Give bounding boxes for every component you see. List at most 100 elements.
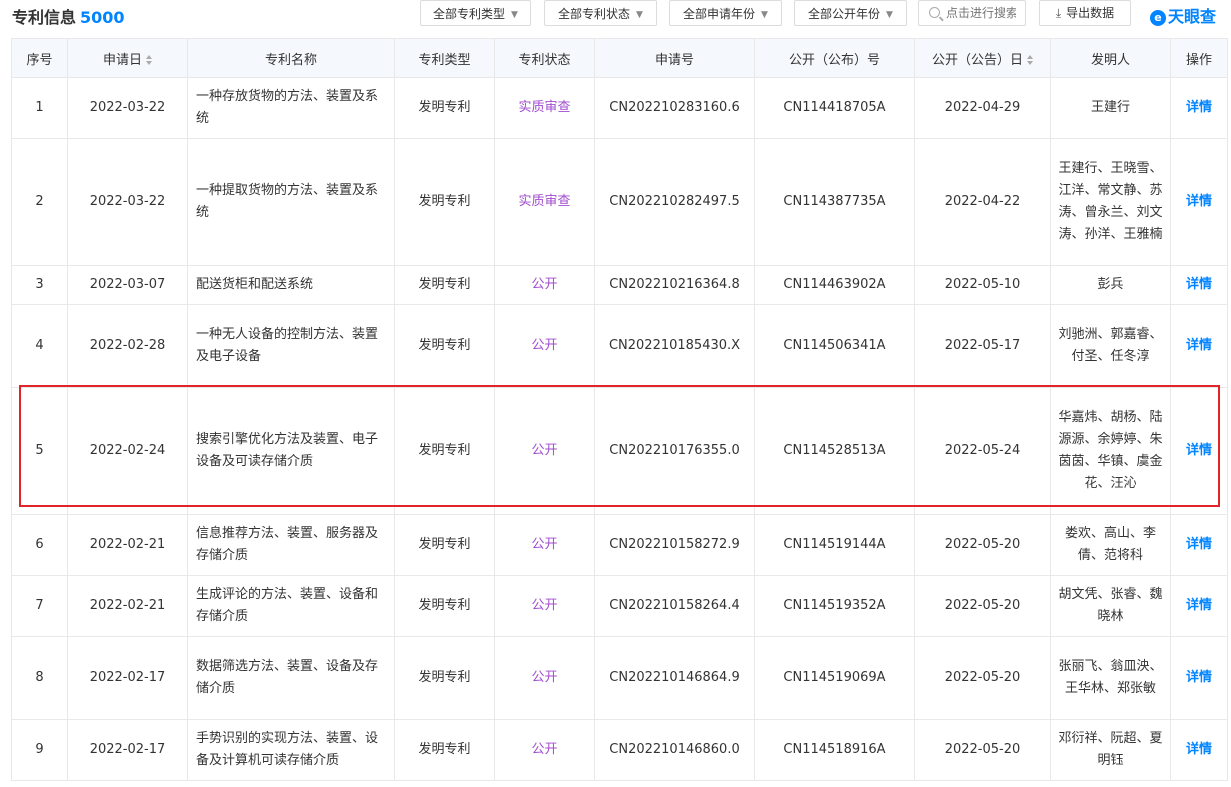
title-text: 专利信息 [12,8,77,27]
cell-index: 7 [11,575,68,637]
cell-publication-date: 2022-05-20 [914,514,1051,576]
sort-icon[interactable] [1027,54,1033,65]
column-header-publication-date[interactable]: 公开（公告）日 [914,38,1051,78]
cell-publication-number: CN114506341A [754,304,915,388]
cell-publication-number: CN114519352A [754,575,915,637]
filter-patent-status[interactable]: 全部专利状态 ▼ [544,0,657,26]
table-row: 2 2022-03-22 一种提取货物的方法、装置及系统 发明专利 实质审查 C… [11,138,1228,266]
cell-patent-type: 发明专利 [394,138,495,266]
cell-patent-type: 发明专利 [394,387,495,515]
detail-link[interactable]: 详情 [1170,138,1228,266]
cell-inventors: 王建行、王晓雪、江洋、常文静、苏涛、曾永兰、刘文涛、孙洋、王雅楠 [1050,138,1171,266]
header-label: 操作 [1185,52,1212,68]
table-row: 6 2022-02-21 信息推荐方法、装置、服务器及存储介质 发明专利 公开 … [11,514,1228,576]
cell-patent-status: 公开 [494,514,595,576]
cell-application-date: 2022-03-22 [67,138,188,266]
cell-inventors: 娄欢、高山、李倩、范将科 [1050,514,1171,576]
cell-patent-name: 信息推荐方法、装置、服务器及存储介质 [187,514,395,576]
cell-patent-status: 实质审查 [494,138,595,266]
cell-patent-name: 一种提取货物的方法、装置及系统 [187,138,395,266]
cell-inventors: 王建行 [1050,77,1171,139]
cell-patent-status: 公开 [494,387,595,515]
logo-text: 天眼查 [1168,7,1217,26]
detail-link[interactable]: 详情 [1170,387,1228,515]
column-header-application-number: 申请号 [594,38,755,78]
cell-patent-status: 实质审查 [494,77,595,139]
cell-patent-type: 发明专利 [394,77,495,139]
filter-patent-type[interactable]: 全部专利类型 ▼ [420,0,531,26]
table-row: 4 2022-02-28 一种无人设备的控制方法、装置及电子设备 发明专利 公开… [11,304,1228,388]
cell-index: 9 [11,719,68,781]
cell-publication-number: CN114463902A [754,265,915,305]
cell-index: 6 [11,514,68,576]
patent-count: 5000 [80,8,125,27]
cell-patent-name: 手势识别的实现方法、装置、设备及计算机可读存储介质 [187,719,395,781]
cell-patent-name: 一种存放货物的方法、装置及系统 [187,77,395,139]
detail-link[interactable]: 详情 [1170,719,1228,781]
header-label: 申请号 [654,52,694,68]
cell-application-number: CN202210146864.9 [594,636,755,720]
caret-down-icon: ▼ [886,9,893,20]
detail-link[interactable]: 详情 [1170,77,1228,139]
cell-publication-number: CN114519069A [754,636,915,720]
caret-down-icon: ▼ [761,9,768,20]
table-row: 7 2022-02-21 生成评论的方法、装置、设备和存储介质 发明专利 公开 … [11,575,1228,637]
cell-inventors: 华嘉炜、胡杨、陆源源、余婷婷、朱茵茵、华镇、虞金花、汪沁 [1050,387,1171,515]
caret-down-icon: ▼ [511,9,518,20]
caret-down-icon: ▼ [636,9,643,20]
cell-application-number: CN202210176355.0 [594,387,755,515]
cell-publication-date: 2022-04-29 [914,77,1051,139]
search-input[interactable] [946,6,1016,20]
cell-application-date: 2022-02-21 [67,514,188,576]
cell-patent-type: 发明专利 [394,265,495,305]
header-label: 专利类型 [418,52,471,68]
cell-application-number: CN202210282497.5 [594,138,755,266]
export-button[interactable]: ⤓ 导出数据 [1039,0,1131,26]
cell-inventors: 刘驰洲、郭嘉睿、付圣、任冬淳 [1050,304,1171,388]
table-row-highlighted: 5 2022-02-24 搜索引擎优化方法及装置、电子设备及可读存储介质 发明专… [11,387,1228,515]
detail-link[interactable]: 详情 [1170,575,1228,637]
header-label: 申请日 [102,52,142,68]
cell-patent-type: 发明专利 [394,575,495,637]
sort-icon[interactable] [146,54,152,65]
cell-patent-status: 公开 [494,636,595,720]
table-row: 3 2022-03-07 配送货柜和配送系统 发明专利 公开 CN2022102… [11,265,1228,305]
export-label: 导出数据 [1066,6,1115,20]
header-label: 发明人 [1090,52,1130,68]
filter-publication-year[interactable]: 全部公开年份 ▼ [794,0,907,26]
filter-application-year[interactable]: 全部申请年份 ▼ [669,0,782,26]
header-label: 专利名称 [264,52,317,68]
cell-publication-date: 2022-05-20 [914,575,1051,637]
cell-publication-date: 2022-04-22 [914,138,1051,266]
table-row: 8 2022-02-17 数据筛选方法、装置、设备及存储介质 发明专利 公开 C… [11,636,1228,720]
cell-application-number: CN202210216364.8 [594,265,755,305]
cell-publication-number: CN114528513A [754,387,915,515]
cell-application-number: CN202210158272.9 [594,514,755,576]
cell-patent-name: 配送货柜和配送系统 [187,265,395,305]
cell-publication-date: 2022-05-10 [914,265,1051,305]
cell-publication-number: CN114418705A [754,77,915,139]
column-header-inventors: 发明人 [1050,38,1171,78]
cell-patent-status: 公开 [494,719,595,781]
cell-patent-name: 数据筛选方法、装置、设备及存储介质 [187,636,395,720]
cell-patent-name: 搜索引擎优化方法及装置、电子设备及可读存储介质 [187,387,395,515]
cell-inventors: 邓衍祥、阮超、夏明钰 [1050,719,1171,781]
filter-label: 全部专利状态 [558,7,631,21]
detail-link[interactable]: 详情 [1170,304,1228,388]
cell-application-date: 2022-02-28 [67,304,188,388]
cell-patent-status: 公开 [494,304,595,388]
detail-link[interactable]: 详情 [1170,636,1228,720]
search-box[interactable] [918,0,1026,26]
table-header-row: 序号 申请日 专利名称 专利类型 专利状态 申请号 公开（公布）号 公开（公告）… [11,38,1228,78]
detail-link[interactable]: 详情 [1170,514,1228,576]
cell-patent-type: 发明专利 [394,514,495,576]
detail-link[interactable]: 详情 [1170,265,1228,305]
cell-application-number: CN202210185430.X [594,304,755,388]
cell-application-number: CN202210146860.0 [594,719,755,781]
cell-patent-type: 发明专利 [394,304,495,388]
header-label: 序号 [26,52,53,68]
search-icon [929,7,940,18]
cell-application-number: CN202210158264.4 [594,575,755,637]
table-row: 1 2022-03-22 一种存放货物的方法、装置及系统 发明专利 实质审查 C… [11,77,1228,139]
column-header-application-date[interactable]: 申请日 [67,38,188,78]
